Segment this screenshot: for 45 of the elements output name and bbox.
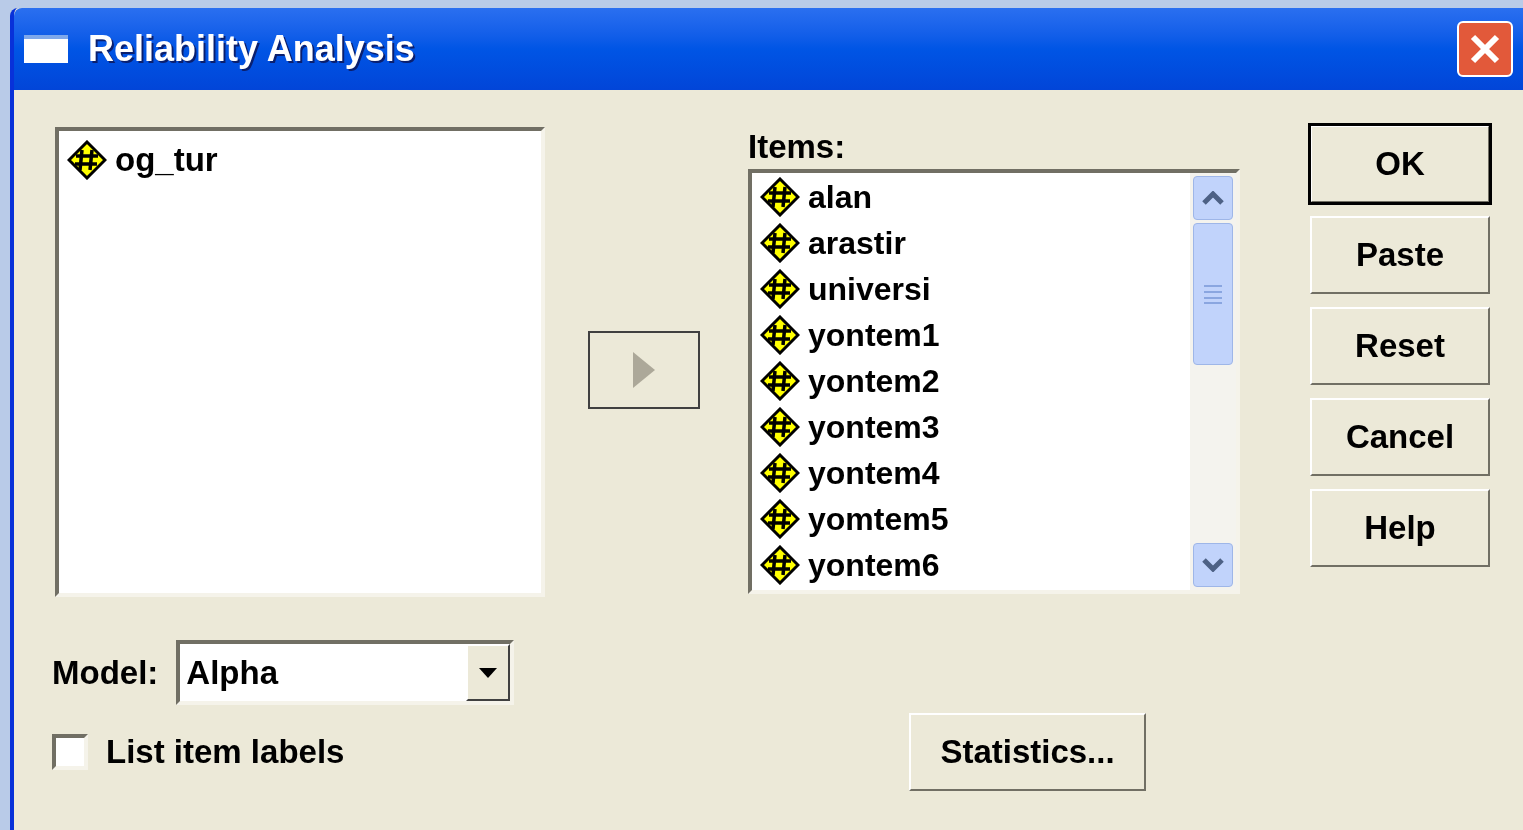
variable-list-item[interactable]: universi — [760, 266, 1190, 312]
list-item-labels-checkbox[interactable] — [52, 734, 88, 770]
variable-list-item[interactable]: yontem3 — [760, 404, 1190, 450]
scroll-down-button[interactable] — [1193, 543, 1233, 587]
variable-list-item[interactable]: arastir — [760, 220, 1190, 266]
model-dropdown[interactable]: Alpha — [176, 640, 515, 705]
scroll-up-button[interactable] — [1193, 176, 1233, 220]
variable-list-item[interactable]: alan — [760, 174, 1190, 220]
dialog-button[interactable]: Reset — [1310, 307, 1490, 385]
down-triangle-icon — [479, 667, 498, 678]
down-chevron-icon — [1202, 558, 1224, 572]
numeric-variable-icon — [760, 545, 800, 585]
numeric-variable-icon — [760, 361, 800, 401]
dialog-button[interactable]: Cancel — [1310, 398, 1490, 476]
window-icon — [24, 35, 68, 63]
variable-list-item[interactable]: og_tur — [67, 137, 533, 183]
numeric-variable-icon — [67, 140, 107, 180]
model-label: Model: — [52, 652, 159, 693]
numeric-variable-icon — [760, 223, 800, 263]
dialog-button[interactable]: Paste — [1310, 216, 1490, 294]
window-title: Reliability Analysis — [88, 27, 415, 71]
dialog-button[interactable]: OK — [1310, 125, 1490, 203]
scroll-thumb[interactable] — [1193, 223, 1233, 365]
variable-list-item[interactable]: yomtem5 — [760, 496, 1190, 542]
variable-list-item[interactable]: yontem6 — [760, 542, 1190, 588]
numeric-variable-icon — [760, 177, 800, 217]
right-arrow-icon — [631, 350, 657, 390]
statistics-button[interactable]: Statistics... — [909, 713, 1146, 791]
up-chevron-icon — [1202, 191, 1224, 205]
variable-list-item[interactable]: yontem4 — [760, 450, 1190, 496]
grip-icon — [1204, 284, 1222, 304]
numeric-variable-icon — [760, 269, 800, 309]
list-item-labels-label: List item labels — [106, 732, 345, 773]
items-label: Items: — [748, 127, 847, 167]
move-right-button[interactable] — [588, 331, 700, 409]
numeric-variable-icon — [760, 453, 800, 493]
numeric-variable-icon — [760, 315, 800, 355]
close-icon — [1468, 32, 1502, 66]
numeric-variable-icon — [760, 499, 800, 539]
dropdown-arrow-button[interactable] — [466, 644, 511, 701]
variable-list-item[interactable]: yontem1 — [760, 312, 1190, 358]
close-button[interactable] — [1457, 21, 1513, 77]
dialog-button[interactable]: Help — [1310, 489, 1490, 567]
variable-list-item[interactable]: yontem2 — [760, 358, 1190, 404]
numeric-variable-icon — [760, 407, 800, 447]
